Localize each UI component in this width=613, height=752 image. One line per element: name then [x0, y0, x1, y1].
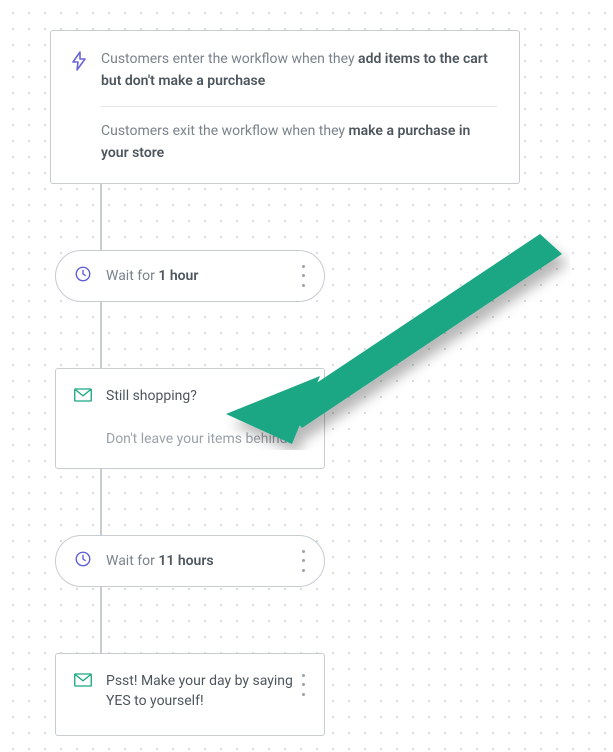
more-menu[interactable]: [296, 674, 310, 696]
more-menu[interactable]: [296, 265, 310, 287]
email-title: Psst! Make your day by saying YES to you…: [106, 672, 306, 711]
wait-label: Wait for 1 hour: [106, 268, 198, 284]
clock-icon: [74, 550, 92, 572]
lightning-icon: [71, 51, 87, 75]
email-subtitle: Don't leave your items behind!: [106, 430, 306, 450]
connector: [100, 302, 102, 368]
email-title: Still shopping?: [106, 387, 197, 407]
trigger-exit-text: Customers exit the workflow when they ma…: [101, 121, 497, 164]
wait-label: Wait for 11 hours: [106, 553, 214, 569]
clock-icon: [74, 265, 92, 287]
envelope-icon: [74, 673, 92, 691]
connector: [100, 469, 102, 535]
connector: [100, 184, 102, 250]
divider: [101, 106, 497, 107]
wait-step-1[interactable]: Wait for 1 hour: [55, 250, 325, 302]
more-menu[interactable]: [296, 550, 310, 572]
envelope-icon: [74, 388, 92, 406]
email-step-2[interactable]: Psst! Make your day by saying YES to you…: [55, 653, 325, 736]
trigger-enter-text: Customers enter the workflow when they a…: [101, 49, 497, 92]
email-step-1[interactable]: Still shopping? Don't leave your items b…: [55, 368, 325, 469]
connector: [100, 587, 102, 653]
wait-step-2[interactable]: Wait for 11 hours: [55, 535, 325, 587]
more-menu[interactable]: [296, 389, 310, 411]
workflow-canvas: Customers enter the workflow when they a…: [0, 0, 613, 736]
trigger-card[interactable]: Customers enter the workflow when they a…: [50, 30, 520, 184]
